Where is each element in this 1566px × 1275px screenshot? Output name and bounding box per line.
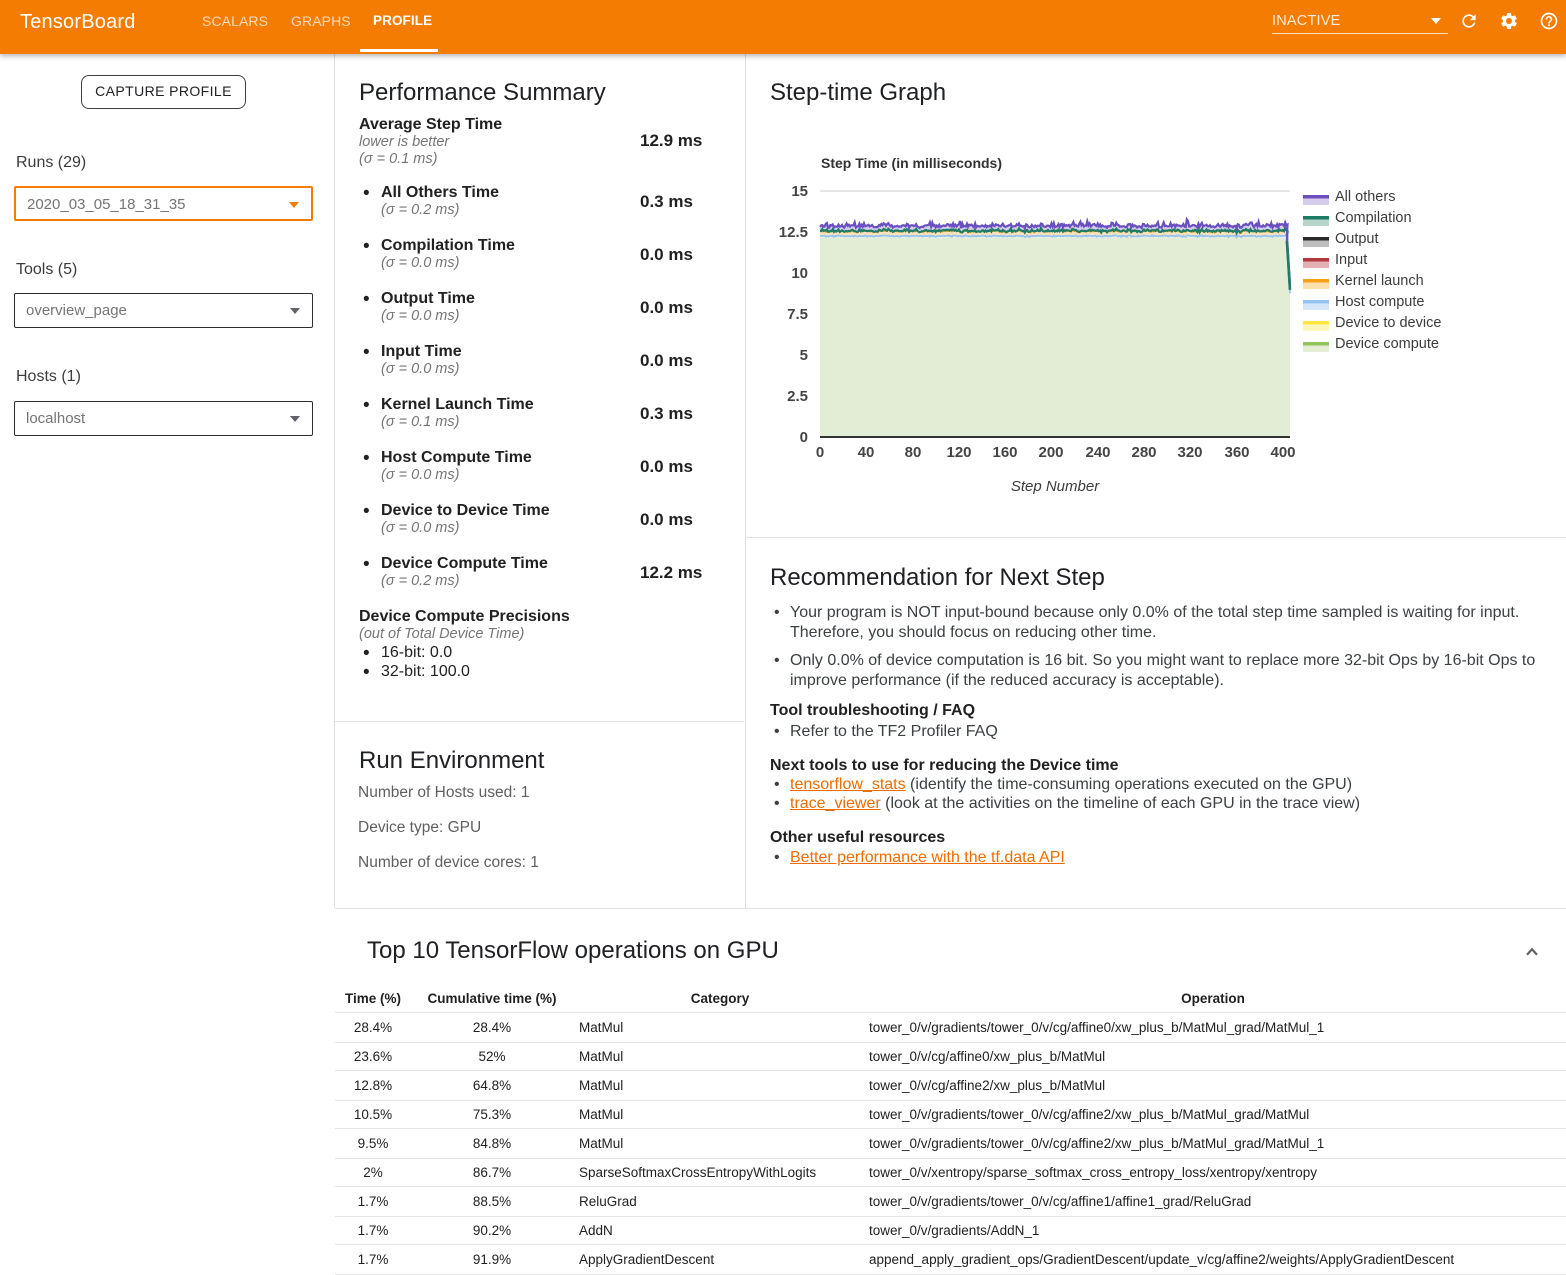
svg-text:5: 5 — [800, 347, 808, 364]
svg-text:0: 0 — [816, 444, 824, 461]
svg-text:Device to device: Device to device — [1335, 315, 1441, 331]
svg-text:12.5: 12.5 — [779, 224, 808, 241]
svg-text:Output: Output — [1335, 231, 1379, 247]
svg-text:120: 120 — [946, 444, 971, 461]
svg-text:Step Number: Step Number — [1011, 478, 1100, 495]
svg-text:Device compute: Device compute — [1335, 336, 1439, 352]
svg-text:80: 80 — [905, 444, 922, 461]
svg-text:Compilation: Compilation — [1335, 210, 1412, 226]
svg-text:320: 320 — [1177, 444, 1202, 461]
svg-text:0: 0 — [800, 429, 808, 446]
svg-text:160: 160 — [992, 444, 1017, 461]
svg-text:280: 280 — [1131, 444, 1156, 461]
svg-text:2.5: 2.5 — [787, 388, 808, 405]
svg-text:360: 360 — [1224, 444, 1249, 461]
svg-text:10: 10 — [791, 265, 808, 282]
svg-text:Step Time (in milliseconds): Step Time (in milliseconds) — [821, 155, 1002, 171]
svg-text:All others: All others — [1335, 189, 1395, 205]
svg-text:7.5: 7.5 — [787, 306, 808, 323]
svg-text:Input: Input — [1335, 252, 1367, 268]
svg-text:40: 40 — [858, 444, 875, 461]
svg-text:15: 15 — [791, 183, 808, 200]
svg-text:400: 400 — [1270, 444, 1295, 461]
svg-text:Host compute: Host compute — [1335, 294, 1424, 310]
svg-text:Kernel launch: Kernel launch — [1335, 273, 1424, 289]
svg-text:200: 200 — [1038, 444, 1063, 461]
svg-text:240: 240 — [1085, 444, 1110, 461]
